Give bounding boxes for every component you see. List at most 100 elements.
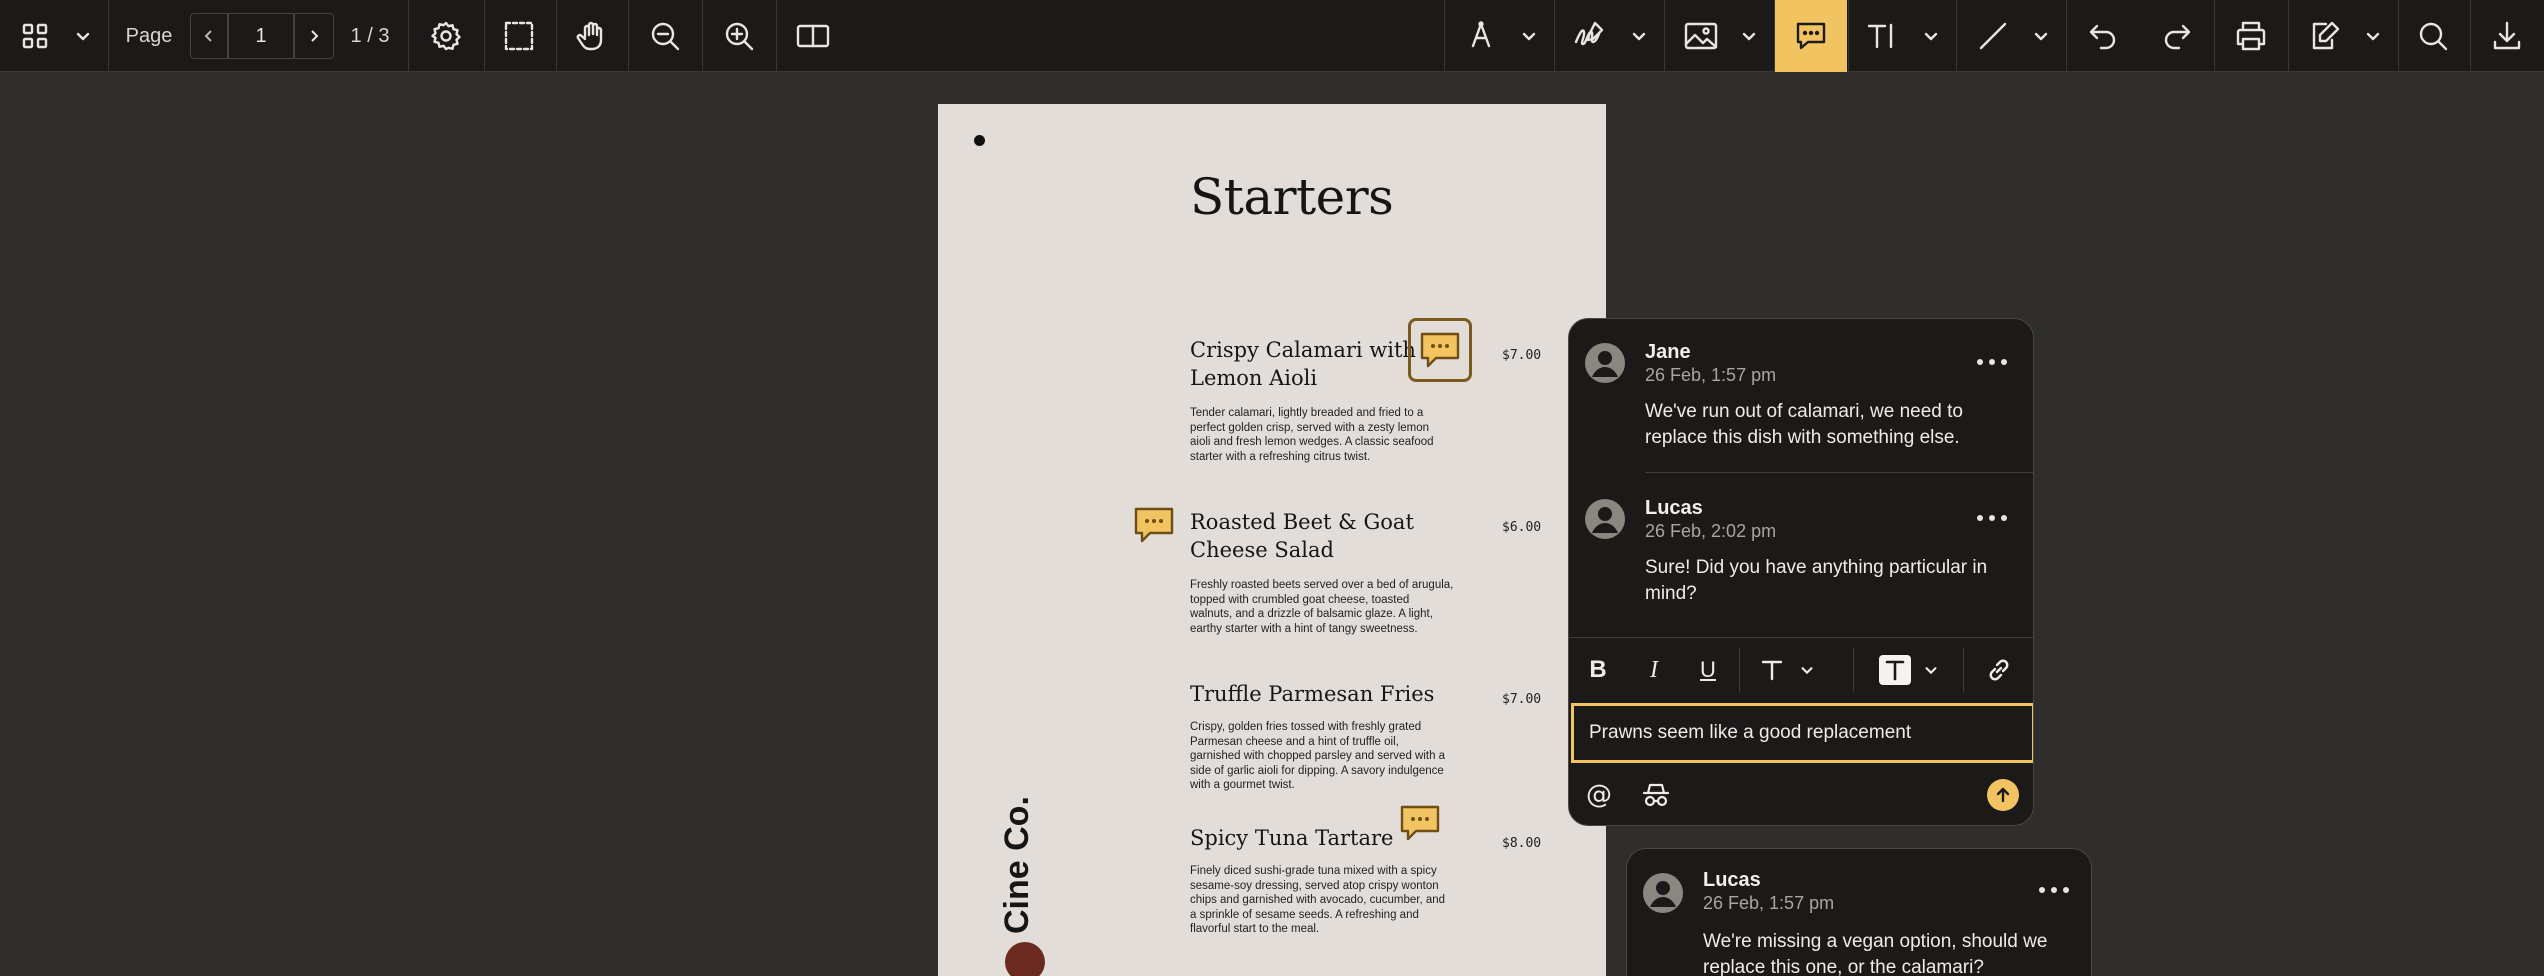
download-button[interactable] [2482, 0, 2532, 72]
italic-button[interactable]: I [1639, 638, 1669, 702]
chevron-down-icon [1924, 32, 1938, 41]
line-icon [1979, 22, 2007, 50]
comment-icon [1400, 805, 1440, 841]
pan-tool-button[interactable] [566, 0, 616, 72]
toolbar-divider [1554, 0, 1555, 72]
menu-item-description: Tender calamari, lightly breaded and fri… [1190, 407, 1434, 463]
print-button[interactable] [2226, 0, 2276, 72]
pen-icon [1471, 21, 1491, 48]
text-menu-caret[interactable] [1918, 0, 1944, 72]
toolbar-divider [776, 0, 777, 72]
comment-tool-button[interactable] [1775, 0, 1847, 72]
search-button[interactable] [2408, 0, 2458, 72]
marquee-select-icon [504, 21, 534, 51]
menu-item-description: Crispy, golden fries tossed with freshly… [1190, 721, 1446, 791]
text-tool-button[interactable] [1858, 0, 1908, 72]
signature-tool-button[interactable] [1566, 0, 1616, 72]
signature-menu-caret[interactable] [1626, 0, 1652, 72]
pen-menu-caret[interactable] [1516, 0, 1542, 72]
menu-item-price: $7.00 [1502, 348, 1542, 363]
comment-text: Sure! Did you have anything particular i… [1645, 557, 1988, 604]
comment-icon [1420, 332, 1460, 368]
view-menu-caret[interactable] [70, 0, 96, 72]
image-tool-button[interactable] [1676, 0, 1726, 72]
bold-button[interactable]: B [1583, 638, 1613, 702]
comment-text: We've run out of calamari, we need to re… [1645, 401, 1963, 448]
toolbar-divider [1956, 0, 1957, 72]
text-color-caret[interactable] [1795, 638, 1819, 702]
chevron-down-icon [1522, 32, 1536, 41]
undo-button[interactable] [2078, 0, 2128, 72]
toolbar-divider [108, 0, 109, 72]
page-count-wrap: 1 / 3 [344, 0, 396, 72]
chevron-down-icon [1925, 667, 1937, 675]
chevron-down-icon [2366, 32, 2380, 41]
zoom-out-button[interactable] [640, 0, 690, 72]
toolbar: Page 1 / 3 [0, 0, 2544, 72]
menu-item-name: Roasted Beet & Goat Cheese Salad [1190, 510, 1414, 562]
comment-more-button[interactable] [1977, 355, 2007, 369]
line-menu-caret[interactable] [2028, 0, 2054, 72]
link-icon [1989, 659, 2009, 681]
view-grid-button[interactable] [14, 0, 56, 72]
page-layout-button[interactable] [788, 0, 838, 72]
document-page[interactable]: Starters Crispy Calamari with Lemon Aiol… [938, 104, 1606, 976]
highlight-button[interactable] [1875, 638, 1915, 702]
highlight-caret[interactable] [1919, 638, 1943, 702]
toolbar-divider [1739, 648, 1740, 692]
reply-input[interactable] [1571, 703, 2033, 763]
bullet-dot [974, 135, 985, 146]
underline-button[interactable]: U [1693, 638, 1723, 702]
comment-author: Lucas [1645, 497, 1703, 519]
image-menu-caret[interactable] [1736, 0, 1762, 72]
toolbar-divider [484, 0, 485, 72]
redo-icon [2164, 24, 2191, 50]
settings-button[interactable] [420, 0, 472, 72]
user-avatar-icon [1650, 881, 1676, 907]
avatar [1585, 343, 1625, 383]
form-edit-menu-caret[interactable] [2360, 0, 2386, 72]
next-page-button[interactable] [294, 13, 334, 59]
text-color-button[interactable] [1755, 638, 1789, 702]
italic-icon: I [1650, 656, 1658, 683]
bold-icon: B [1589, 656, 1607, 683]
toolbar-divider [408, 0, 409, 72]
avatar [1585, 499, 1625, 539]
comment-text: We're missing a vegan option, should we … [1703, 931, 2048, 976]
toolbar-divider [2214, 0, 2215, 72]
select-tool-button[interactable] [494, 0, 544, 72]
comment-marker[interactable] [1132, 504, 1176, 548]
page-number-input[interactable] [228, 13, 294, 59]
comment-item: Lucas 26 Feb, 2:02 pm Sure! Did you have… [1569, 473, 2033, 637]
comment-more-button[interactable] [2039, 883, 2069, 897]
comment-thread-panel-secondary[interactable]: Lucas 26 Feb, 1:57 pm We're missing a ve… [1626, 848, 2092, 976]
line-tool-button[interactable] [1968, 0, 2018, 72]
search-icon [2419, 22, 2448, 51]
comment-marker[interactable] [1398, 802, 1442, 846]
undo-icon [2089, 24, 2116, 50]
form-edit-button[interactable] [2300, 0, 2350, 72]
chevron-down-icon [1801, 667, 1813, 675]
image-icon [1684, 22, 1718, 50]
brand-logo-circle [1005, 942, 1045, 976]
comment-more-button[interactable] [1977, 511, 2007, 525]
redo-button[interactable] [2152, 0, 2202, 72]
pen-tool-button[interactable] [1456, 0, 1506, 72]
anonymous-button[interactable] [1639, 765, 1673, 825]
menu-item-description: Finely diced sushi-grade tuna mixed with… [1190, 865, 1446, 935]
comment-marker-selected[interactable] [1408, 318, 1472, 382]
mention-button[interactable]: @ [1583, 765, 1615, 825]
formatting-toolbar: B I U [1569, 637, 2033, 701]
comment-icon [1796, 22, 1826, 50]
user-avatar-icon [1592, 351, 1618, 377]
menu-item-description: Freshly roasted beets served over a bed … [1190, 579, 1454, 635]
send-button[interactable] [1987, 779, 2019, 811]
toolbar-divider [1963, 648, 1964, 692]
zoom-in-icon [725, 22, 754, 51]
arrow-up-icon [1996, 787, 2010, 803]
link-button[interactable] [1979, 638, 2019, 702]
prev-page-button[interactable] [190, 13, 228, 59]
chevron-down-icon [2034, 32, 2048, 41]
comment-author: Lucas [1703, 869, 1761, 891]
zoom-in-button[interactable] [714, 0, 764, 72]
